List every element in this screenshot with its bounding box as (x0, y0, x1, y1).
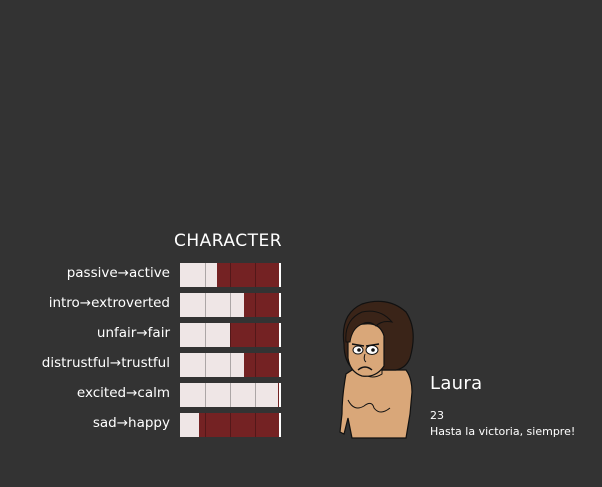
bar-end-marker (279, 413, 281, 437)
bar-end-marker (279, 383, 281, 407)
trait-bar-fill (180, 293, 244, 317)
bar-tick (230, 293, 231, 317)
trait-bar-fill (180, 383, 278, 407)
trait-label: passive→active (66, 265, 170, 281)
bar-end-marker (279, 293, 281, 317)
trait-row: excited→calm (0, 380, 300, 407)
trait-bar (180, 263, 281, 287)
character-avatar[interactable] (336, 296, 420, 442)
bar-tick (205, 353, 206, 377)
character-age: 23 (430, 409, 444, 422)
bar-tick (230, 263, 231, 287)
trait-row: sad→happy (0, 410, 300, 437)
bar-tick (230, 323, 231, 347)
bar-tick (255, 413, 256, 437)
bar-tick (205, 293, 206, 317)
character-panel-title: CHARACTER (174, 231, 283, 251)
trait-row: intro→extroverted (0, 290, 300, 317)
bar-tick (205, 383, 206, 407)
bar-tick (205, 263, 206, 287)
bar-tick (205, 323, 206, 347)
trait-bar (180, 353, 281, 377)
trait-bar (180, 323, 281, 347)
bar-tick (255, 293, 256, 317)
bar-tick (255, 323, 256, 347)
trait-label: sad→happy (92, 415, 170, 431)
trait-label: distrustful→trustful (41, 355, 170, 371)
bar-tick (205, 413, 206, 437)
bar-tick (230, 383, 231, 407)
bar-tick (255, 353, 256, 377)
character-name: Laura (430, 373, 483, 394)
bar-tick (230, 413, 231, 437)
trait-bar-fill (180, 413, 199, 437)
bar-end-marker (279, 353, 281, 377)
trait-label: intro→extroverted (48, 295, 170, 311)
bar-tick (230, 353, 231, 377)
trait-bar (180, 293, 281, 317)
trait-row: unfair→fair (0, 320, 300, 347)
bar-tick (255, 383, 256, 407)
bar-end-marker (279, 263, 281, 287)
trait-label: unfair→fair (96, 325, 170, 341)
trait-label: excited→calm (76, 385, 170, 401)
trait-row: passive→active (0, 260, 300, 287)
trait-bar (180, 383, 281, 407)
bar-end-marker (279, 323, 281, 347)
character-motto: Hasta la victoria, siempre! (430, 425, 576, 438)
sad-woman-portrait-icon (339, 300, 414, 439)
trait-row: distrustful→trustful (0, 350, 300, 377)
trait-bar (180, 413, 281, 437)
bar-tick (255, 263, 256, 287)
trait-bar-fill (180, 353, 244, 377)
trait-bar-fill (180, 263, 217, 287)
